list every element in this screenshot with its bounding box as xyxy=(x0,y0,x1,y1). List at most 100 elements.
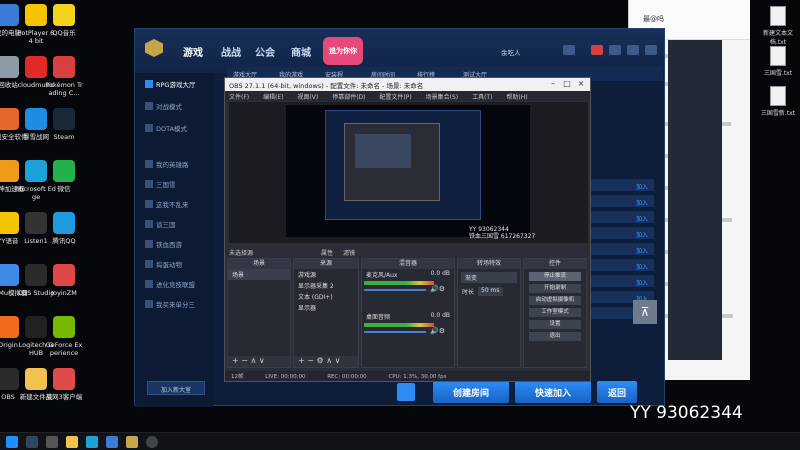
game-taskbar-icon[interactable] xyxy=(126,436,138,448)
edge-taskbar-icon[interactable] xyxy=(86,436,98,448)
nav-guild[interactable]: 公会 xyxy=(255,44,275,59)
minimize-button[interactable]: – xyxy=(546,79,560,89)
sidebar-item-label: 谈三国 xyxy=(156,221,176,229)
nav-store[interactable]: 商城 xyxy=(291,44,311,59)
desktop-icon[interactable]: JoyinZM xyxy=(44,264,84,297)
steam-taskbar-icon[interactable] xyxy=(26,436,38,448)
obs-preview[interactable]: YY 93062344 铁血三国雪 617267327 xyxy=(229,102,588,243)
virtual-camera-button[interactable]: 启动虚拟摄像机 xyxy=(529,296,581,305)
duration-input[interactable]: 50 ms xyxy=(478,287,503,296)
close-button[interactable]: × xyxy=(574,79,588,89)
mail-icon[interactable] xyxy=(563,45,575,55)
sidebar-item[interactable]: 我买来单分三 xyxy=(145,299,195,309)
file-icon[interactable]: 三国雪.txt xyxy=(756,46,800,77)
room-row[interactable]: 加入 xyxy=(590,243,654,256)
room-row[interactable]: 加入 xyxy=(590,259,654,272)
menu-help[interactable]: 帮助(H) xyxy=(506,94,527,101)
volume-slider[interactable] xyxy=(364,289,426,291)
sidebar-item[interactable]: DOTA模式 xyxy=(145,123,187,133)
obs-docks: 未选择源 属性 滤镜 场景 场景 + − ∧ ∨ 来源 游戏源 显示器采集 2 … xyxy=(225,248,590,370)
join-link[interactable]: 加入 xyxy=(636,198,648,207)
settings-button[interactable]: 设置 xyxy=(529,320,581,329)
join-room-button[interactable]: 加入新大室 xyxy=(147,381,205,395)
file-icon[interactable]: 新建文本文档.txt xyxy=(756,6,800,46)
desktop-icon[interactable]: 战网3客户端 xyxy=(44,368,84,401)
user-name[interactable]: 余吃人 xyxy=(501,47,521,57)
join-link[interactable]: 加入 xyxy=(636,278,648,287)
source-item[interactable]: 显示器采集 2 xyxy=(294,280,358,291)
sidebar-item[interactable]: 我的英雄路 xyxy=(145,159,189,169)
source-item[interactable]: 游戏源 xyxy=(294,269,358,280)
menu-scene-collection[interactable]: 场景集合(S) xyxy=(426,94,459,101)
room-row[interactable]: 加入 xyxy=(590,179,654,192)
sidebar-item[interactable]: 铁血西游 xyxy=(145,239,182,249)
exit-button[interactable]: 退出 xyxy=(529,332,581,341)
menu-tools[interactable]: 工具(T) xyxy=(472,94,492,101)
properties-button[interactable]: 属性 xyxy=(321,248,333,257)
promo-badge[interactable]: 追为你你 xyxy=(323,37,363,65)
create-room-button[interactable]: 创建房间 xyxy=(433,381,509,403)
minimize-icon[interactable] xyxy=(627,45,639,55)
desktop-icon[interactable]: Pokémon Trading C... xyxy=(44,56,84,97)
close-icon[interactable] xyxy=(645,45,657,55)
source-item[interactable]: 显示器 xyxy=(294,302,358,313)
menu-edit[interactable]: 编辑(E) xyxy=(263,94,283,101)
room-row[interactable]: 加入 xyxy=(590,211,654,224)
volume-slider[interactable] xyxy=(364,331,426,333)
sources-header: 来源 xyxy=(294,259,358,269)
menu-docks[interactable]: 停靠部件(D) xyxy=(332,94,365,101)
notification-icon[interactable] xyxy=(591,45,603,55)
scroll-top-button[interactable]: ⊼ xyxy=(633,300,657,324)
desktop-icon[interactable]: Steam xyxy=(44,108,84,141)
sidebar-item[interactable]: 捣蛋动物 xyxy=(145,259,182,269)
controls-header: 控件 xyxy=(524,259,586,269)
start-icon[interactable] xyxy=(6,436,18,448)
join-link[interactable]: 加入 xyxy=(636,214,648,223)
sources-footer[interactable]: + − ⚙ ∧ ∨ xyxy=(294,356,358,367)
sidebar-item[interactable]: 对战模式 xyxy=(145,101,182,111)
file-icon[interactable]: 三国雪新.txt xyxy=(756,86,800,117)
start-recording-button[interactable]: 开始录制 xyxy=(529,284,581,293)
sidebar-item-label: 我买来单分三 xyxy=(156,301,195,309)
room-row[interactable]: 加入 xyxy=(590,275,654,288)
quick-join-button[interactable]: 快速加入 xyxy=(515,381,591,403)
maximize-button[interactable]: □ xyxy=(560,79,574,89)
shop-icon[interactable] xyxy=(397,383,415,401)
desktop-icon[interactable]: QQ音乐 xyxy=(44,4,84,37)
desktop-icon[interactable]: 微信 xyxy=(44,160,84,193)
room-row[interactable]: 加入 xyxy=(590,227,654,240)
menu-view[interactable]: 视图(V) xyxy=(297,94,318,101)
join-link[interactable]: 加入 xyxy=(636,230,648,239)
app-taskbar-icon[interactable] xyxy=(106,436,118,448)
sidebar-item[interactable]: 三国雪 xyxy=(145,179,176,189)
mute-icon[interactable]: 🔊⚙ xyxy=(430,327,445,335)
sidebar-item[interactable]: 谈三国 xyxy=(145,219,176,229)
sidebar-item[interactable]: 这我不乱来 xyxy=(145,199,189,209)
join-link[interactable]: 加入 xyxy=(636,246,648,255)
explorer-taskbar-icon[interactable] xyxy=(66,436,78,448)
room-row[interactable]: 加入 xyxy=(590,195,654,208)
nav-battle[interactable]: 战战 xyxy=(221,44,241,59)
obs-taskbar-icon[interactable] xyxy=(146,436,158,448)
desktop-icon[interactable]: 腾讯QQ xyxy=(44,212,84,245)
transition-select[interactable]: 渐变 xyxy=(461,272,517,283)
sidebar-item[interactable]: 进化竞技联盟 xyxy=(145,279,195,289)
back-button[interactable]: 返回 xyxy=(597,381,637,403)
menu-file[interactable]: 文件(F) xyxy=(229,94,249,101)
app-taskbar-icon[interactable] xyxy=(46,436,58,448)
source-item[interactable]: 文本 (GDI+) xyxy=(294,291,358,302)
sidebar-item-label: 进化竞技联盟 xyxy=(156,281,195,289)
settings-icon[interactable] xyxy=(609,45,621,55)
nav-game[interactable]: 游戏 xyxy=(183,44,203,59)
desktop-icon[interactable]: GeForce Experience xyxy=(44,316,84,357)
mute-icon[interactable]: 🔊⚙ xyxy=(430,285,445,293)
menu-profile[interactable]: 配置文件(P) xyxy=(379,94,411,101)
join-link[interactable]: 加入 xyxy=(636,262,648,271)
studio-mode-button[interactable]: 工作室模式 xyxy=(529,308,581,317)
stop-streaming-button[interactable]: 停止推流 xyxy=(529,272,581,281)
sidebar-item[interactable]: RPG游戏大厅 xyxy=(145,79,195,89)
scene-item[interactable]: 场景 xyxy=(228,269,290,280)
filters-button[interactable]: 滤镜 xyxy=(343,248,355,257)
scenes-footer[interactable]: + − ∧ ∨ xyxy=(228,356,290,367)
join-link[interactable]: 加入 xyxy=(636,182,648,191)
